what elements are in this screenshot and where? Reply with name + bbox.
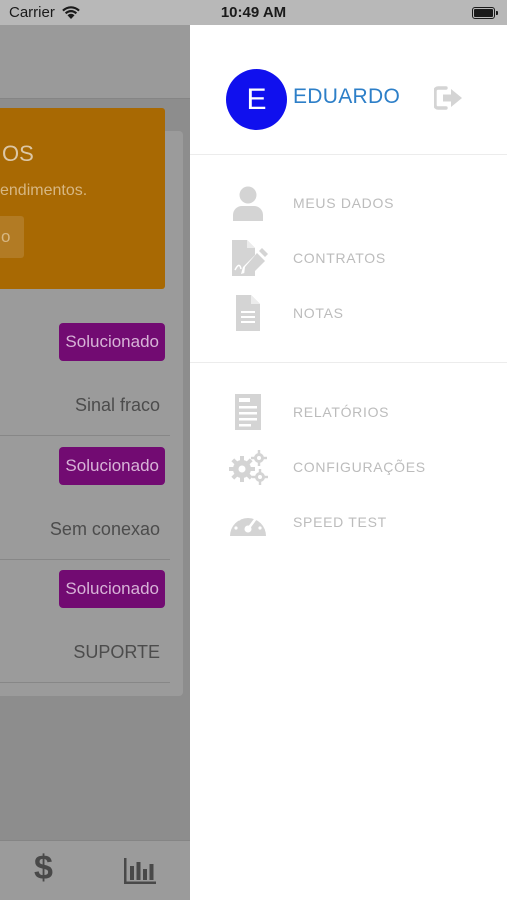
- ticket-row: Solucionado Sem conexao: [0, 437, 170, 560]
- user-icon: [233, 186, 263, 221]
- menu-label: CONTRATOS: [293, 250, 386, 266]
- report-icon: [235, 394, 261, 430]
- status-badge: Solucionado: [59, 447, 165, 485]
- menu-item-contratos[interactable]: CONTRATOS: [226, 236, 486, 280]
- menu-item-speed-test[interactable]: SPEED TEST: [226, 500, 486, 544]
- logout-icon[interactable]: [434, 86, 464, 110]
- gears-icon: [229, 450, 268, 485]
- background-screen-overlay[interactable]: Solucionado Sinal fraco Solucionado Sem …: [0, 25, 190, 900]
- user-name[interactable]: EDUARDO: [293, 85, 400, 109]
- divider: [190, 362, 507, 363]
- ticket-row: Solucionado Sinal fraco: [0, 313, 170, 436]
- side-drawer: E EDUARDO MEUS DADOS CONTRATOS NOTAS REL…: [190, 25, 507, 900]
- speedometer-icon: [230, 513, 266, 536]
- menu-item-meus-dados[interactable]: MEUS DADOS: [226, 181, 486, 225]
- tab-bar: $: [0, 840, 190, 900]
- contract-icon: [232, 240, 268, 276]
- dollar-icon: $: [34, 849, 53, 887]
- battery-icon: [472, 7, 498, 19]
- menu-item-relatorios[interactable]: RELATÓRIOS: [226, 390, 486, 434]
- menu-label: CONFIGURAÇÕES: [293, 459, 426, 475]
- ticket-title: Sinal fraco: [74, 395, 160, 415]
- ticket-title: SUPORTE: [73, 642, 160, 662]
- status-bar: Carrier 10:49 AM: [0, 0, 507, 25]
- document-icon: [236, 295, 260, 331]
- banner-text: endimentos.: [0, 182, 88, 199]
- status-badge: Solucionado: [59, 570, 165, 608]
- avatar[interactable]: E: [226, 69, 287, 130]
- menu-item-notas[interactable]: NOTAS: [226, 291, 486, 335]
- menu-label: SPEED TEST: [293, 514, 387, 530]
- ticket-row: Solucionado SUPORTE: [0, 560, 170, 683]
- menu-item-configuracoes[interactable]: CONFIGURAÇÕES: [226, 445, 486, 489]
- menu-label: NOTAS: [293, 305, 344, 321]
- banner-button: o: [0, 216, 24, 258]
- bar-chart-icon: [124, 858, 156, 884]
- banner-title: OS: [2, 141, 34, 166]
- background-header: [0, 25, 190, 99]
- menu-label: RELATÓRIOS: [293, 404, 390, 420]
- ticket-title: Sem conexao: [49, 519, 160, 539]
- menu-label: MEUS DADOS: [293, 195, 395, 211]
- info-banner: OS endimentos. o: [0, 108, 165, 289]
- status-badge: Solucionado: [59, 323, 165, 361]
- divider: [190, 154, 507, 155]
- clock: 10:49 AM: [220, 4, 287, 21]
